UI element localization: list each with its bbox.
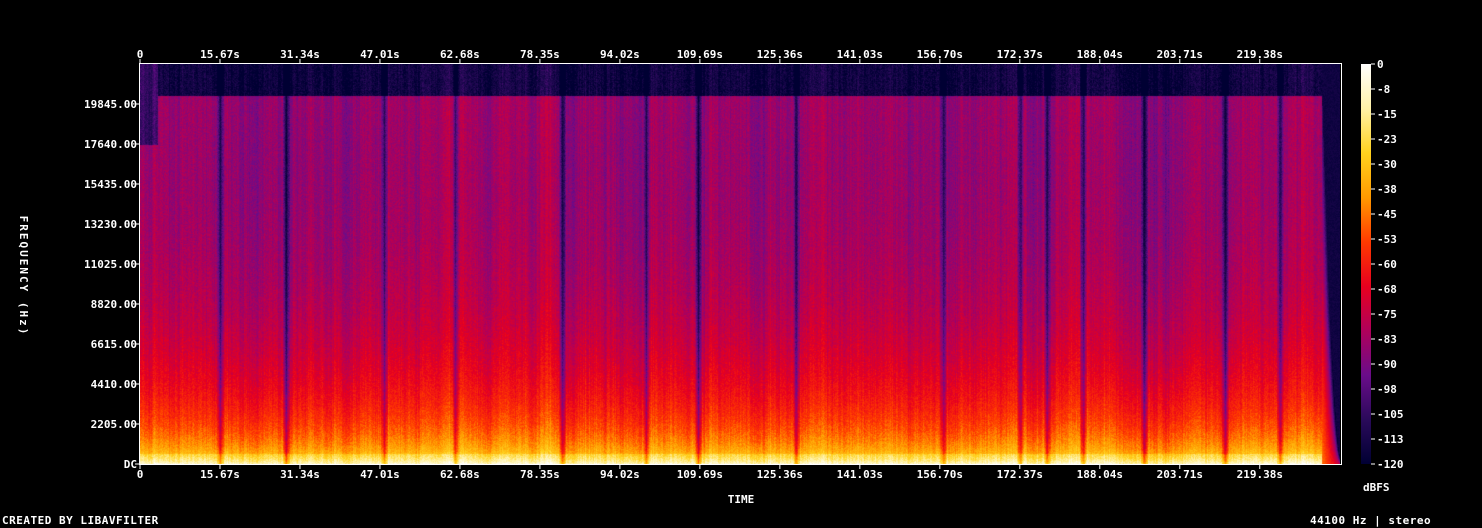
colorbar-tick-label: -105 [1377, 408, 1404, 421]
y-tick-label: 8820.00 [91, 298, 137, 311]
colorbar-tick-label: -23 [1377, 133, 1397, 146]
colorbar-tick-label: -113 [1377, 433, 1404, 446]
x-tick-label-top: 31.34s [280, 48, 320, 61]
colorbar-tick-label: -90 [1377, 358, 1397, 371]
colorbar-tick-label: -15 [1377, 108, 1397, 121]
colorbar-tick-label: -53 [1377, 233, 1397, 246]
y-tick-label: 15435.00 [84, 178, 137, 191]
y-axis: DC 2205.00 4410.00 6615.00 8820.00 11025.00 13… [84, 98, 140, 471]
y-tick-label: 19845.00 [84, 98, 137, 111]
x-tick-label-top: 188.04s [1077, 48, 1123, 61]
x-tick-label-bottom: 78.35s [520, 468, 560, 481]
x-tick-label-top: 78.35s [520, 48, 560, 61]
x-tick-label-bottom: 94.02s [600, 468, 640, 481]
x-tick-label-top: 156.70s [917, 48, 963, 61]
x-tick-label-bottom: 62.68s [440, 468, 480, 481]
x-tick-label-bottom: 141.03s [837, 468, 883, 481]
y-tick-label: 11025.00 [84, 258, 137, 271]
y-tick-label: 2205.00 [91, 418, 137, 431]
colorbar-tick-label: -8 [1377, 83, 1390, 96]
colorbar-tick-label: -75 [1377, 308, 1397, 321]
x-tick-label-bottom: 31.34s [280, 468, 320, 481]
footer-sample-info: 44100 Hz | stereo [1310, 514, 1432, 527]
spectrogram-image [140, 64, 1340, 464]
x-tick-label-bottom: 0 [137, 468, 144, 481]
x-tick-label-top: 0 [137, 48, 144, 61]
colorbar-tick-label: -45 [1377, 208, 1397, 221]
footer-credit: CREATED BY LIBAVFILTER [2, 514, 159, 527]
colorbar-tick-label: -98 [1377, 383, 1397, 396]
colorbar-label: dBFS [1363, 481, 1390, 494]
y-tick-label: 6615.00 [91, 338, 137, 351]
x-tick-label-bottom: 109.69s [677, 468, 723, 481]
x-tick-label-bottom: 15.67s [200, 468, 240, 481]
colorbar-tick-label: -120 [1377, 458, 1404, 471]
colorbar-ticks: 0 -8 -15 -23 -30 -38 -45 -53 -60 -68 -75 -83 -90 -98 -… [1371, 58, 1404, 471]
x-tick-label-top: 141.03s [837, 48, 883, 61]
x-tick-label-bottom: 47.01s [360, 468, 400, 481]
x-tick-label-top: 172.37s [997, 48, 1043, 61]
x-tick-label-bottom: 172.37s [997, 468, 1043, 481]
x-tick-label-top: 125.36s [757, 48, 803, 61]
x-tick-label-top: 203.71s [1157, 48, 1203, 61]
y-axis-label: FREQUENCY (Hz) [17, 216, 30, 337]
x-tick-label-bottom: 125.36s [757, 468, 803, 481]
colorbar-tick-label: -83 [1377, 333, 1397, 346]
x-tick-label-bottom: 156.70s [917, 468, 963, 481]
x-tick-label-top: 219.38s [1237, 48, 1283, 61]
x-tick-label-top: 15.67s [200, 48, 240, 61]
colorbar-tick-label: 0 [1377, 58, 1384, 71]
y-tick-label: 13230.00 [84, 218, 137, 231]
colorbar-tick-label: -60 [1377, 258, 1397, 271]
colorbar-tick-label: -38 [1377, 183, 1397, 196]
x-tick-label-bottom: 188.04s [1077, 468, 1123, 481]
x-tick-label-bottom: 219.38s [1237, 468, 1283, 481]
x-axis-bottom: 0 15.67s 31.34s 47.01s 62.68s 78.35s 94.02s 109… [137, 464, 1283, 481]
x-tick-label-top: 109.69s [677, 48, 723, 61]
x-tick-label-top: 47.01s [360, 48, 400, 61]
x-tick-label-bottom: 203.71s [1157, 468, 1203, 481]
spectrogram-chart: 0 15.67s 31.34s 47.01s 62.68s 78.35s 94.02s 109… [17, 48, 1404, 506]
x-axis-top: 0 15.67s 31.34s 47.01s 62.68s 78.35s 94.02s 109… [137, 48, 1283, 64]
y-tick-label: 4410.00 [91, 378, 137, 391]
x-tick-label-top: 94.02s [600, 48, 640, 61]
y-tick-label: DC [124, 458, 137, 471]
colorbar-tick-label: -30 [1377, 158, 1397, 171]
x-axis-label: TIME [728, 493, 755, 506]
colorbar-tick-label: -68 [1377, 283, 1397, 296]
y-tick-label: 17640.00 [84, 138, 137, 151]
x-tick-label-top: 62.68s [440, 48, 480, 61]
colorbar [1361, 64, 1371, 464]
